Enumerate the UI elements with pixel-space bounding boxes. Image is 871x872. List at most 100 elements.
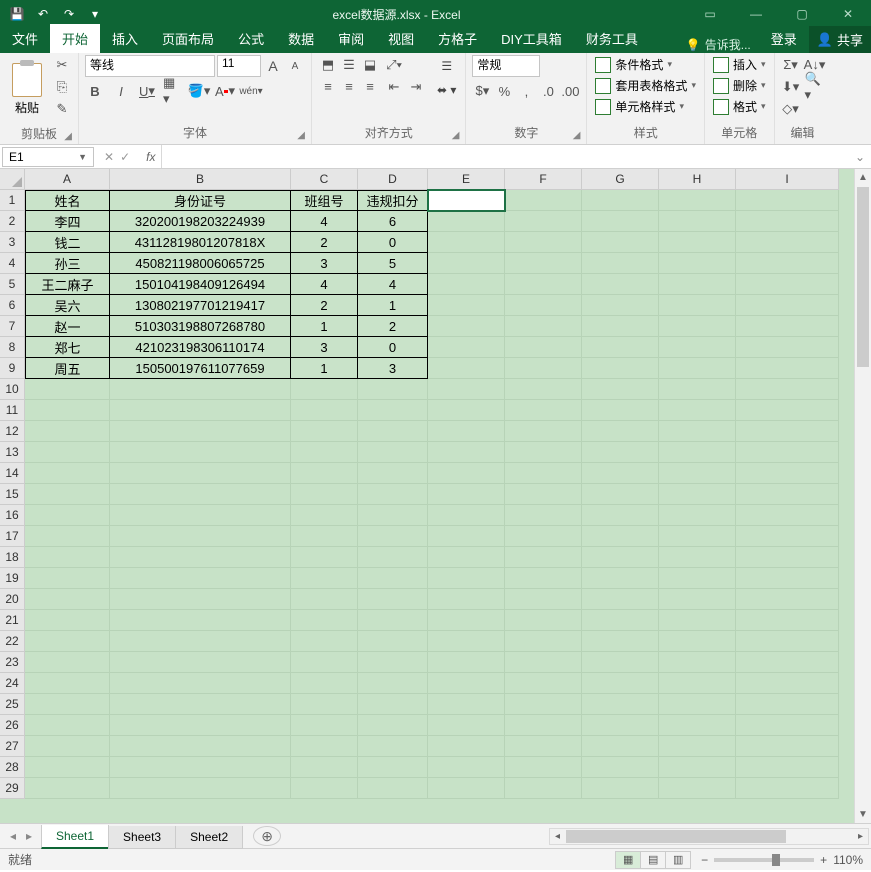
cell-F8[interactable] (505, 337, 582, 358)
row-header-23[interactable]: 23 (0, 652, 25, 673)
dialog-launcher-icon[interactable]: ◢ (573, 130, 581, 141)
cell-B19[interactable] (110, 568, 291, 589)
cell-E8[interactable] (428, 337, 505, 358)
cell-E2[interactable] (428, 211, 505, 232)
cell-E15[interactable] (428, 484, 505, 505)
cell-H12[interactable] (659, 421, 736, 442)
cell-I10[interactable] (736, 379, 839, 400)
cell-I24[interactable] (736, 673, 839, 694)
cell-A21[interactable] (25, 610, 110, 631)
cell-C4[interactable]: 3 (291, 253, 358, 274)
cell-B26[interactable] (110, 715, 291, 736)
cell-A26[interactable] (25, 715, 110, 736)
cell-D29[interactable] (358, 778, 428, 799)
cell-F23[interactable] (505, 652, 582, 673)
cell-H15[interactable] (659, 484, 736, 505)
cell-B25[interactable] (110, 694, 291, 715)
cell-I5[interactable] (736, 274, 839, 295)
fill-color-button[interactable]: 🪣 ▾ (189, 81, 209, 101)
align-middle-button[interactable]: ☰ (339, 55, 359, 75)
cell-D14[interactable] (358, 463, 428, 484)
row-header-20[interactable]: 20 (0, 589, 25, 610)
decrease-indent-button[interactable]: ⇤ (384, 77, 404, 97)
cell-H14[interactable] (659, 463, 736, 484)
dialog-launcher-icon[interactable]: ◢ (64, 131, 72, 142)
cell-A13[interactable] (25, 442, 110, 463)
cell-C26[interactable] (291, 715, 358, 736)
cell-C3[interactable]: 2 (291, 232, 358, 253)
cell-G28[interactable] (582, 757, 659, 778)
cell-H11[interactable] (659, 400, 736, 421)
cell-B7[interactable]: 510303198807268780 (110, 316, 291, 337)
cell-A29[interactable] (25, 778, 110, 799)
cell-F11[interactable] (505, 400, 582, 421)
row-header-2[interactable]: 2 (0, 211, 25, 232)
cell-D3[interactable]: 0 (358, 232, 428, 253)
tab-formulas[interactable]: 公式 (226, 24, 276, 53)
cell-G13[interactable] (582, 442, 659, 463)
cell-F9[interactable] (505, 358, 582, 379)
column-header-F[interactable]: F (505, 169, 582, 190)
zoom-slider[interactable] (714, 858, 814, 862)
cell-D25[interactable] (358, 694, 428, 715)
sheet-tab-Sheet2[interactable]: Sheet2 (175, 826, 243, 849)
wrap-text-button[interactable]: ☰ 自动换行 (434, 55, 459, 77)
format-painter-button[interactable]: ✎ (52, 99, 72, 119)
cell-B1[interactable]: 身份证号 (110, 190, 291, 211)
cell-A19[interactable] (25, 568, 110, 589)
cell-C7[interactable]: 1 (291, 316, 358, 337)
cell-E23[interactable] (428, 652, 505, 673)
cell-A20[interactable] (25, 589, 110, 610)
cell-H18[interactable] (659, 547, 736, 568)
cell-I28[interactable] (736, 757, 839, 778)
format-cells-button[interactable]: 格式▾ (711, 97, 768, 116)
cell-C24[interactable] (291, 673, 358, 694)
cell-D12[interactable] (358, 421, 428, 442)
cell-A6[interactable]: 吴六 (25, 295, 110, 316)
cell-E25[interactable] (428, 694, 505, 715)
cell-F20[interactable] (505, 589, 582, 610)
cell-E11[interactable] (428, 400, 505, 421)
cell-I26[interactable] (736, 715, 839, 736)
cell-F21[interactable] (505, 610, 582, 631)
expand-formula-bar-button[interactable]: ⌄ (849, 150, 871, 164)
row-header-25[interactable]: 25 (0, 694, 25, 715)
cell-C22[interactable] (291, 631, 358, 652)
cell-F17[interactable] (505, 526, 582, 547)
delete-cells-button[interactable]: 删除▾ (711, 76, 768, 95)
column-header-D[interactable]: D (358, 169, 428, 190)
cell-D24[interactable] (358, 673, 428, 694)
find-select-button[interactable]: 🔍▾ (805, 77, 825, 97)
row-header-9[interactable]: 9 (0, 358, 25, 379)
cell-I2[interactable] (736, 211, 839, 232)
align-center-button[interactable]: ≡ (339, 76, 359, 96)
cell-G3[interactable] (582, 232, 659, 253)
row-header-17[interactable]: 17 (0, 526, 25, 547)
align-left-button[interactable]: ≡ (318, 76, 338, 96)
tab-page-layout[interactable]: 页面布局 (150, 24, 226, 53)
cell-A15[interactable] (25, 484, 110, 505)
cell-I9[interactable] (736, 358, 839, 379)
normal-view-button[interactable]: ▦ (615, 851, 641, 869)
cell-F16[interactable] (505, 505, 582, 526)
cell-G8[interactable] (582, 337, 659, 358)
cell-I8[interactable] (736, 337, 839, 358)
row-header-24[interactable]: 24 (0, 673, 25, 694)
cell-B2[interactable]: 320200198203224939 (110, 211, 291, 232)
cell-F27[interactable] (505, 736, 582, 757)
font-size-select[interactable]: 11 (217, 55, 261, 77)
scroll-left-icon[interactable]: ◂ (550, 829, 565, 844)
cell-A8[interactable]: 郑七 (25, 337, 110, 358)
cell-H25[interactable] (659, 694, 736, 715)
cell-H8[interactable] (659, 337, 736, 358)
row-header-19[interactable]: 19 (0, 568, 25, 589)
cell-D27[interactable] (358, 736, 428, 757)
cell-C23[interactable] (291, 652, 358, 673)
cell-D2[interactable]: 6 (358, 211, 428, 232)
cell-E16[interactable] (428, 505, 505, 526)
cell-H7[interactable] (659, 316, 736, 337)
cell-G15[interactable] (582, 484, 659, 505)
cell-G2[interactable] (582, 211, 659, 232)
cell-F18[interactable] (505, 547, 582, 568)
tab-data[interactable]: 数据 (276, 24, 326, 53)
